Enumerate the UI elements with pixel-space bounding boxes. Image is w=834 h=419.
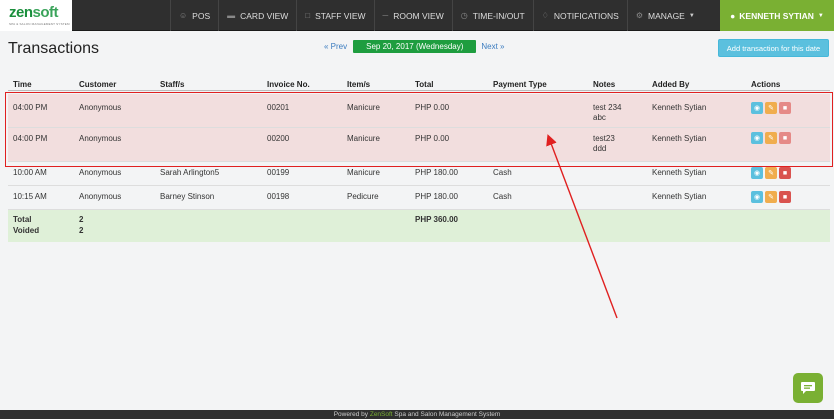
footer-brand-link[interactable]: ZenSoft [370,411,393,418]
chat-button[interactable] [793,373,823,403]
footer: Powered by ZenSoft Spa and Salon Managem… [0,410,834,419]
chat-icon [801,382,815,394]
annotation-arrow [546,134,618,319]
